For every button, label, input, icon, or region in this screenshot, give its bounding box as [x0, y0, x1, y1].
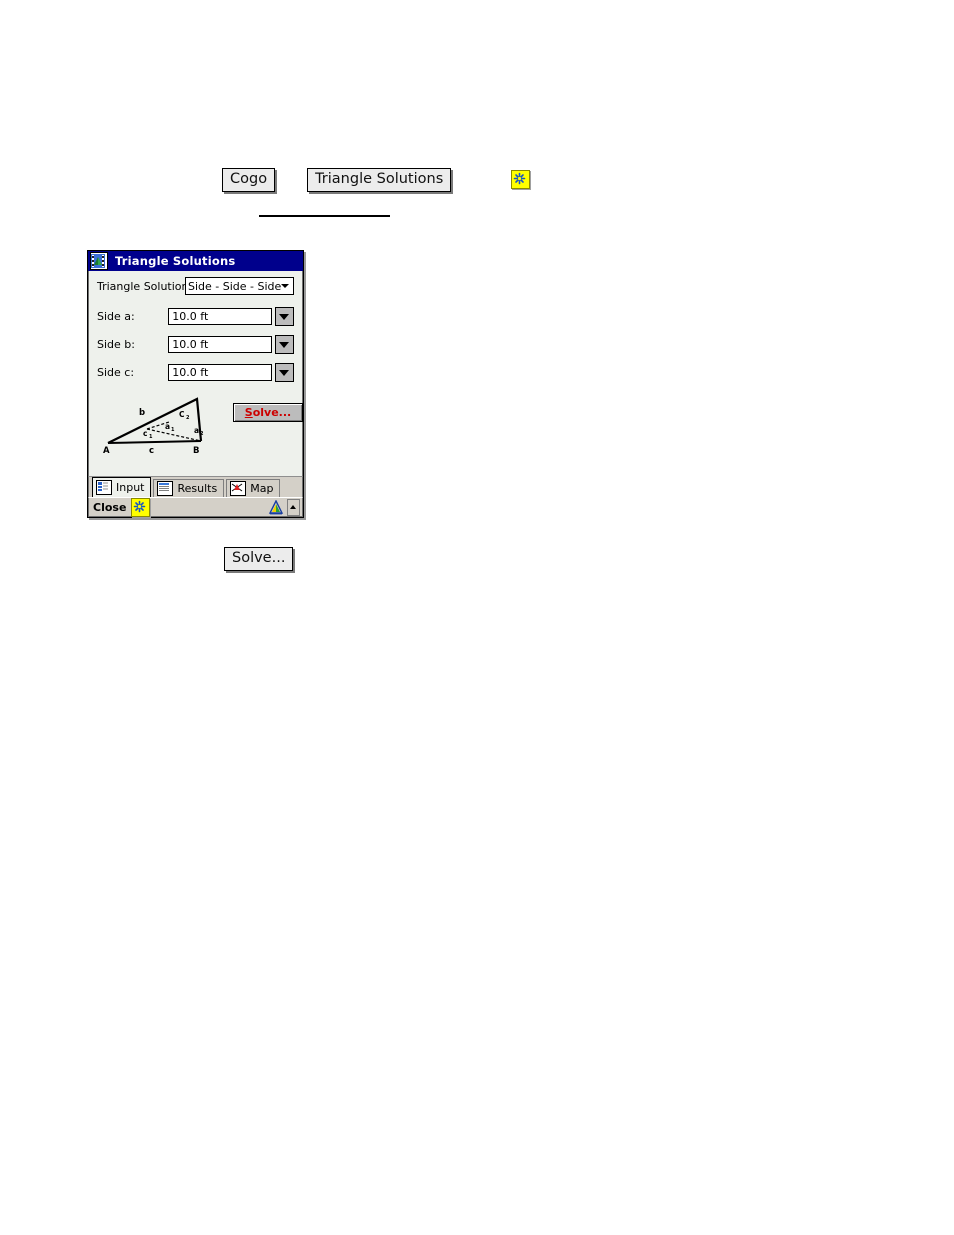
diagram-label-c1: c [143, 429, 147, 438]
dialog-title: Triangle Solutions [115, 254, 236, 268]
triangle-solution-value: Side - Side - Side [188, 279, 282, 293]
diagram-label-C2: C [179, 410, 185, 419]
asterisk-icon[interactable] [511, 170, 531, 190]
triangle-solutions-button[interactable]: Triangle Solutions [307, 168, 452, 192]
diagram-label-b: b [139, 408, 145, 418]
horizontal-rule [259, 215, 390, 217]
tab-map-label: Map [250, 482, 274, 495]
dialog-statusbar: Close [88, 497, 303, 517]
map-view-icon [230, 481, 247, 496]
side-a-label: Side a: [97, 310, 135, 323]
dialog-client-area: Triangle Solution: Side - Side - Side Si… [88, 271, 303, 476]
tab-results[interactable]: Results [153, 479, 225, 497]
side-b-row: Side b: 10.0 ft [97, 335, 294, 354]
results-list-icon [157, 481, 174, 496]
triangle-solutions-app-icon [90, 252, 108, 270]
tab-input-label: Input [116, 481, 145, 494]
input-form-icon [96, 480, 112, 495]
solve-button-rest: olve... [252, 406, 292, 419]
dialog-titlebar: Triangle Solutions [88, 251, 303, 271]
diagram-label-c: c [149, 446, 154, 456]
cogo-button[interactable]: Cogo [222, 168, 276, 192]
diagram-label-a1: a [165, 422, 170, 431]
diagram-label-A: A [103, 446, 110, 456]
triangle-diagram-svg: A B b c c 1 C 2 a 1 a 2 [103, 397, 204, 456]
bottom-solve-button[interactable]: Solve... [224, 547, 294, 571]
side-b-input[interactable]: 10.0 ft [168, 336, 272, 353]
triangle-solution-label: Triangle Solution: [97, 279, 193, 293]
side-c-label: Side c: [97, 366, 135, 379]
close-button[interactable]: Close [93, 501, 126, 514]
diagram-label-B: B [193, 446, 199, 456]
triangle-solution-row: Triangle Solution: Side - Side - Side [97, 277, 294, 295]
solve-button-accel: S [244, 406, 253, 419]
side-a-input[interactable]: 10.0 ft [168, 308, 272, 325]
diagram-label-c1-sub: 1 [149, 434, 153, 440]
asterisk-icon[interactable] [131, 497, 151, 517]
side-c-input[interactable]: 10.0 ft [168, 364, 272, 381]
solve-button[interactable]: Solve... [233, 403, 303, 422]
tab-results-label: Results [177, 482, 218, 495]
side-a-dropdown-button[interactable] [275, 307, 294, 326]
triangle-diagram: A B b c c 1 C 2 a 1 a 2 Solve... [97, 391, 303, 476]
side-c-dropdown-button[interactable] [275, 363, 294, 382]
survey-instrument-icon[interactable] [268, 498, 284, 515]
triangle-solutions-dialog: Triangle Solutions Triangle Solution: Si… [87, 250, 304, 518]
diagram-label-a1-sub: 1 [171, 427, 175, 433]
side-b-label: Side b: [97, 338, 135, 351]
inline-button-row: Cogo Triangle Solutions [222, 168, 531, 192]
tab-map[interactable]: Map [226, 479, 281, 497]
tab-input[interactable]: Input [92, 477, 152, 497]
diagram-label-a2-sub: 2 [200, 431, 204, 437]
side-c-row: Side c: 10.0 ft [97, 363, 294, 382]
side-a-row: Side a: 10.0 ft [97, 307, 294, 326]
chevron-down-icon [281, 284, 289, 288]
dialog-tabstrip: Input Results Map [88, 476, 303, 497]
bottom-solve-button-wrap: Solve... [224, 547, 294, 571]
diagram-label-C2-sub: 2 [186, 415, 190, 421]
triangle-solution-select[interactable]: Side - Side - Side [185, 277, 294, 295]
scroll-up-icon[interactable] [287, 498, 300, 516]
side-b-dropdown-button[interactable] [275, 335, 294, 354]
diagram-label-a2: a [194, 426, 199, 435]
